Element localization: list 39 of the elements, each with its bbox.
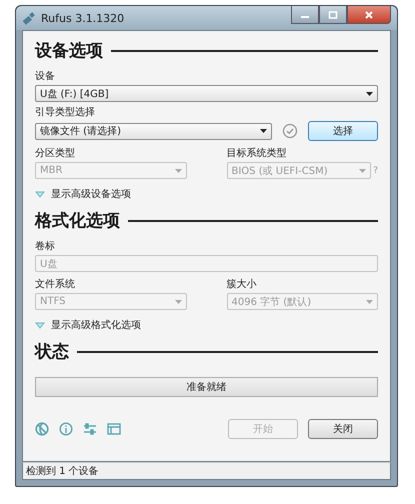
field-label: 引导类型选择 [35,106,96,119]
expand-chevron-icon [35,320,45,330]
maximize-button[interactable] [319,6,347,24]
dropdown-arrow-icon [260,129,267,133]
dropdown-arrow-icon [174,300,182,304]
dropdown-arrow-icon [366,92,373,96]
field-label: 文件系统 [35,278,76,291]
field-label: 分区类型 [35,146,76,160]
dropdown[interactable]: U盘 (F:) [4GB] [35,85,378,102]
action-button[interactable]: 关闭 [308,419,378,439]
help-mark[interactable]: ? [373,166,378,176]
section-heading: 设备选项 [35,40,103,62]
section-heading: 格式化选项 [35,210,120,232]
expand-chevron-icon [35,190,45,198]
field-label: 目标系统类型 [226,146,288,160]
field-label: 卷标 [35,240,56,253]
close-button[interactable] [347,6,391,24]
minimize-button[interactable] [291,6,319,24]
close-icon [364,10,374,18]
usb-drive-icon [22,11,36,25]
dropdown-arrow-icon [174,168,182,172]
dropdown[interactable]: 镜像文件 (请选择) [35,122,272,140]
log-table-icon[interactable] [107,422,121,436]
check-circle-icon [282,123,298,139]
info-icon[interactable] [59,422,73,436]
expander-toggle[interactable]: 显示高级格式化选项 [35,318,378,332]
field-label: 簇大小 [226,278,258,291]
maximize-icon [328,10,338,18]
dropdown-arrow-icon [366,300,373,304]
select-button[interactable]: 选择 [308,121,378,141]
settings-sliders-icon[interactable] [83,422,97,436]
globe-icon[interactable] [35,422,49,436]
expander-toggle[interactable]: 显示高级设备选项 [35,187,378,201]
field-label: 设备 [35,70,56,83]
status-bar: 检测到 1 个设备 [22,462,391,480]
window-title: Rufus 3.1.1320 [41,12,124,24]
dropdown-arrow-icon [359,168,366,172]
section-heading: 状态 [35,341,69,363]
status-text: 准备就绪 [186,380,226,394]
